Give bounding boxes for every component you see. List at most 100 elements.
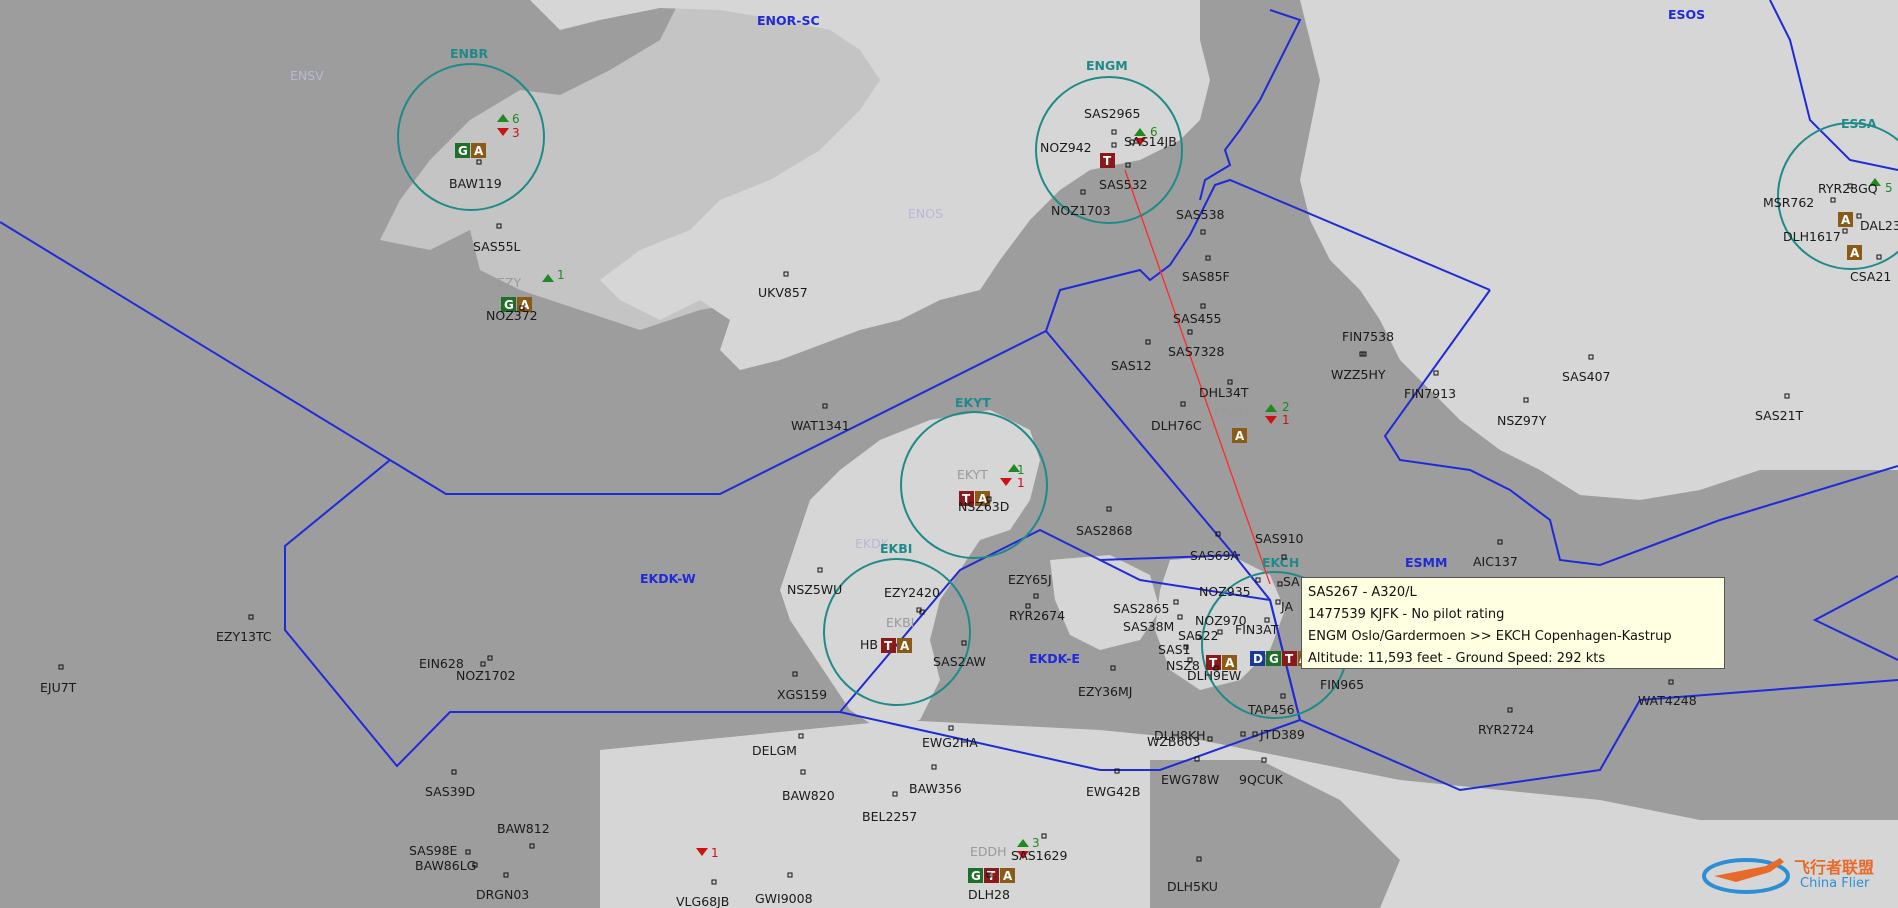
svg-text:JTD389: JTD389 (1259, 727, 1305, 742)
svg-text:NSZ97Y: NSZ97Y (1497, 413, 1547, 428)
watermark-english: China Flier (1800, 876, 1870, 891)
svg-text:SAS1: SAS1 (1158, 642, 1191, 657)
svg-text:EZY36MJ: EZY36MJ (1078, 684, 1132, 699)
tooltip-pilot-info: 1477539 KJFK - No pilot rating (1308, 607, 1505, 622)
svg-text:SAS21T: SAS21T (1755, 408, 1804, 423)
aircraft[interactable]: NSZ8 (1166, 657, 1200, 673)
svg-text:DLH5KU: DLH5KU (1167, 879, 1218, 894)
svg-text:A: A (1841, 213, 1851, 227)
svg-text:SAS407: SAS407 (1562, 369, 1611, 384)
svg-text:NOZ1703: NOZ1703 (1051, 203, 1111, 218)
svg-text:DELGM: DELGM (752, 743, 797, 758)
aircraft[interactable]: SAS2865 (1113, 599, 1179, 616)
svg-text:T: T (1285, 652, 1294, 666)
svg-text:FIN3AT: FIN3AT (1235, 622, 1279, 637)
svg-text:G: G (1269, 652, 1279, 666)
svg-text:RYR28GQ: RYR28GQ (1818, 181, 1878, 196)
watermark-logo: 飞行者联盟 China Flier (1696, 832, 1896, 908)
svg-text:SAS2865: SAS2865 (1113, 601, 1169, 616)
sector-label-ensv: ENSV (290, 68, 324, 83)
svg-text:HB: HB (860, 637, 878, 652)
airport-label-enbr: ENBR (450, 46, 489, 61)
svg-text:SAS7328: SAS7328 (1168, 344, 1225, 359)
svg-text:SAS538: SAS538 (1176, 207, 1225, 222)
svg-text:DAL23: DAL23 (1860, 218, 1898, 233)
svg-text:BAW119: BAW119 (449, 176, 502, 191)
svg-text:EZY2420: EZY2420 (884, 585, 940, 600)
aircraft[interactable]: SAS14JB (1124, 134, 1177, 149)
svg-text:EWG2HA: EWG2HA (922, 735, 978, 750)
airport-label-ezy: EZY (497, 275, 521, 290)
svg-text:VLG68JB: VLG68JB (676, 894, 729, 908)
aircraft[interactable]: JTD389 (1252, 727, 1305, 742)
svg-text:A: A (1235, 429, 1245, 443)
svg-text:NOZ372: NOZ372 (486, 308, 538, 323)
svg-text:DLH28: DLH28 (968, 887, 1010, 902)
svg-text:FIN965: FIN965 (1320, 677, 1364, 692)
svg-text:UKV857: UKV857 (758, 285, 808, 300)
svg-text:NOZ1702: NOZ1702 (456, 668, 516, 683)
airport-label-ekbi-faint: EKBI (886, 615, 914, 630)
sector-label-enor-sc: ENOR-SC (757, 13, 820, 28)
sector-label-enos: ENOS (908, 206, 943, 221)
svg-text:NSZ8: NSZ8 (1166, 658, 1200, 673)
aircraft[interactable]: RYR28GQ (1818, 181, 1878, 196)
svg-text:DLH76C: DLH76C (1151, 418, 1202, 433)
aircraft[interactable]: SAS1 (1158, 642, 1191, 657)
radar-map[interactable]: ENOR-SC ESOS EKDK-W EKDK-E ESMM ENOS EKD… (0, 0, 1898, 908)
svg-text:EWG42B: EWG42B (1086, 784, 1140, 799)
aircraft[interactable]: DLH1617 (1783, 228, 1848, 244)
airport-label-engm: ENGM (1086, 58, 1128, 73)
svg-text:EWG78W: EWG78W (1161, 772, 1219, 787)
airport-label-essa: ESSA (1841, 116, 1877, 131)
watermark-chinese: 飞行者联盟 (1794, 858, 1875, 877)
svg-text:D: D (1253, 652, 1263, 666)
airport-label-ekyt: EKYT (955, 395, 991, 410)
svg-text:1: 1 (1282, 413, 1290, 427)
svg-text:BEL2257: BEL2257 (862, 809, 917, 824)
svg-text:WZB603: WZB603 (1147, 734, 1200, 749)
tooltip-route: ENGM Oslo/Gardermoen >> EKCH Copenhagen-… (1308, 629, 1672, 644)
aircraft[interactable]: SAS22 (1178, 628, 1219, 643)
airport-label-ekyt-faint: EKYT (957, 467, 988, 482)
svg-text:SAS38M: SAS38M (1123, 619, 1174, 634)
svg-text:SAS39D: SAS39D (425, 784, 475, 799)
svg-text:TAP456: TAP456 (1247, 702, 1295, 717)
aircraft[interactable]: NSZ63D (958, 496, 1009, 514)
svg-text:1: 1 (711, 846, 719, 860)
sector-label-esos: ESOS (1668, 7, 1705, 22)
airport-label-esgg: ESGG (1214, 405, 1249, 420)
svg-text:NSZ63D: NSZ63D (958, 499, 1009, 514)
sector-label-ekdk-w: EKDK-W (640, 571, 696, 586)
svg-text:SAS910: SAS910 (1255, 531, 1304, 546)
svg-text:9QCUK: 9QCUK (1239, 772, 1284, 787)
svg-text:SAS22: SAS22 (1178, 628, 1219, 643)
svg-text:1: 1 (557, 268, 565, 282)
svg-text:CSA21: CSA21 (1850, 269, 1891, 284)
svg-text:DHL34T: DHL34T (1199, 385, 1249, 400)
aircraft-info-tooltip: SAS267 - A320/L 1477539 KJFK - No pilot … (1301, 577, 1725, 669)
svg-text:SAS14JB: SAS14JB (1124, 134, 1177, 149)
svg-text:A: A (1003, 869, 1013, 883)
svg-text:6: 6 (512, 112, 520, 126)
svg-text:EZY13TC: EZY13TC (216, 629, 272, 644)
svg-text:SAS12: SAS12 (1111, 358, 1152, 373)
svg-text:FIN7913: FIN7913 (1404, 386, 1456, 401)
svg-text:1: 1 (1017, 476, 1025, 490)
svg-text:SAS98E: SAS98E (409, 843, 458, 858)
sector-label-ekdk-e: EKDK-E (1029, 651, 1080, 666)
svg-text:EJU7T: EJU7T (40, 680, 77, 695)
svg-text:SAS2AW: SAS2AW (933, 654, 986, 669)
svg-text:5: 5 (1885, 181, 1893, 195)
aircraft[interactable]: NOZ372 (486, 305, 538, 323)
svg-text:EZY65J: EZY65J (1008, 572, 1052, 587)
svg-text:SAS1629: SAS1629 (1011, 848, 1068, 863)
svg-text:A: A (474, 144, 484, 158)
svg-text:JA: JA (1280, 599, 1293, 614)
svg-text:3: 3 (512, 126, 520, 140)
svg-text:BAW820: BAW820 (782, 788, 835, 803)
aircraft[interactable]: BAW86LG (415, 858, 478, 873)
svg-text:NSZ5WU: NSZ5WU (787, 582, 842, 597)
svg-text:SAS2868: SAS2868 (1076, 523, 1133, 538)
svg-text:XGS159: XGS159 (777, 687, 827, 702)
